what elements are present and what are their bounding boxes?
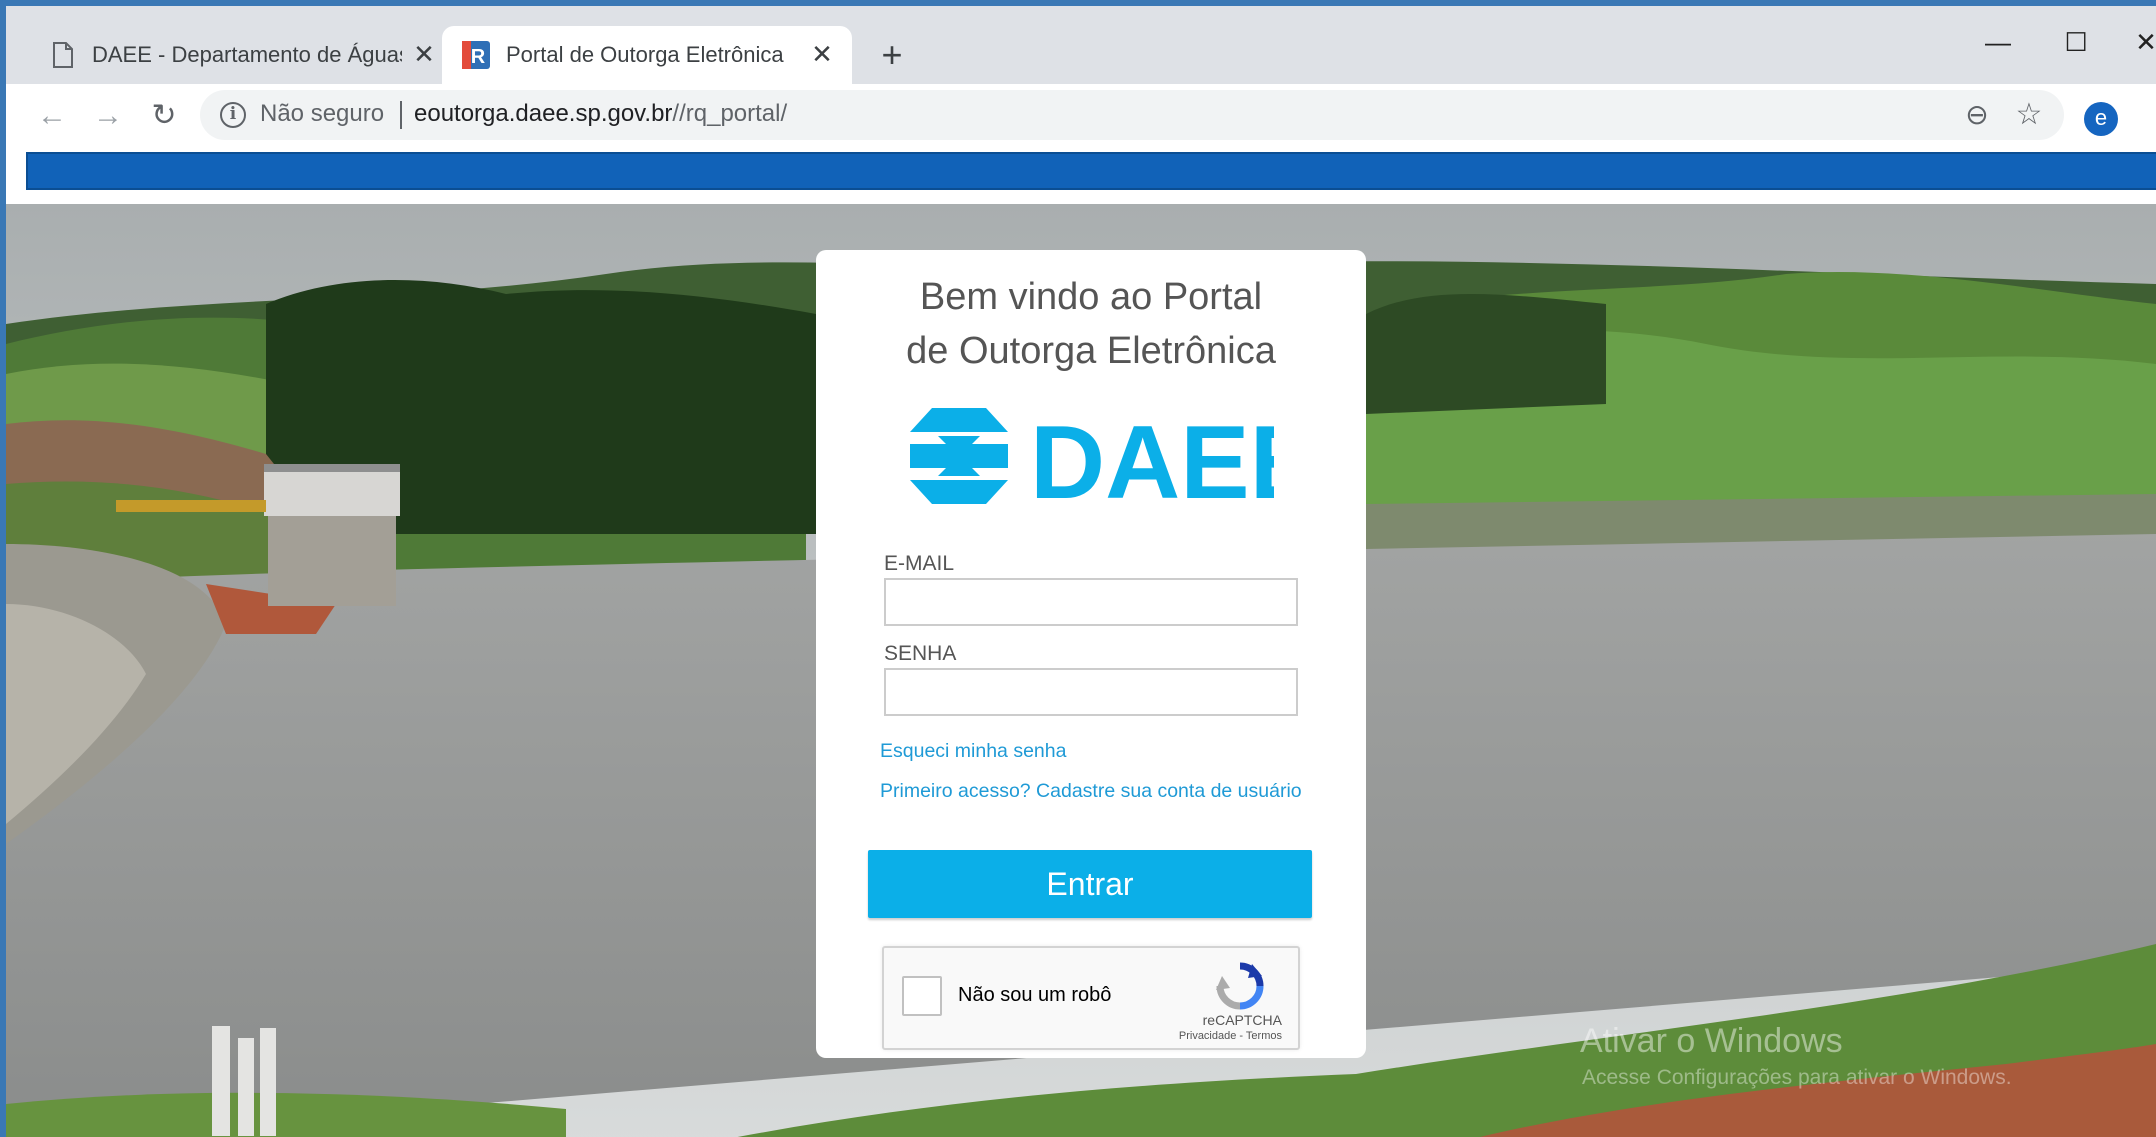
- welcome-line-1: Bem vindo ao Portal: [919, 276, 1263, 318]
- page-content: Bem vindo ao Portal de Outorga Eletrônic…: [6, 148, 2156, 1137]
- tab-title: Portal de Outorga Eletrônica: [506, 42, 784, 67]
- browser-window: DAEE - Departamento de Águas e Energia E…: [0, 0, 2156, 1137]
- site-header-bar: [26, 152, 2156, 190]
- close-tab-icon[interactable]: ✕: [410, 40, 438, 68]
- profile-avatar[interactable]: e: [2084, 102, 2118, 136]
- zoom-out-icon[interactable]: ⊖: [1960, 98, 1994, 132]
- divider: [400, 101, 402, 129]
- minimize-button[interactable]: —: [1978, 24, 2018, 60]
- signup-link[interactable]: Primeiro acesso? Cadastre sua conta de u…: [880, 780, 1302, 803]
- windows-activation-title: Ativar o Windows: [1580, 1022, 1843, 1060]
- info-icon[interactable]: i: [220, 102, 246, 128]
- close-tab-icon[interactable]: ✕: [808, 40, 836, 68]
- welcome-line-2: de Outorga Eletrônica: [906, 330, 1276, 372]
- recaptcha-checkbox[interactable]: [902, 976, 942, 1016]
- daee-emblem-icon: [910, 408, 1008, 504]
- tab-strip: DAEE - Departamento de Águas e Energia E…: [6, 6, 2156, 84]
- recaptcha-icon: [1216, 962, 1264, 1010]
- url-host: eoutorga.daee.sp.gov.br: [414, 100, 673, 127]
- forward-arrow-icon[interactable]: →: [88, 96, 128, 136]
- back-arrow-icon[interactable]: ←: [32, 96, 72, 136]
- recaptcha-terms-link[interactable]: Privacidade - Termos: [1179, 1030, 1282, 1042]
- password-label: SENHA: [884, 642, 957, 665]
- windows-activation-subtitle: Acesse Configurações para ativar o Windo…: [1582, 1066, 2012, 1089]
- recaptcha-brand: reCAPTCHA: [1202, 1012, 1282, 1028]
- forgot-password-link[interactable]: Esqueci minha senha: [880, 740, 1066, 763]
- tab-title: DAEE - Departamento de Águas e Energia E…: [92, 42, 402, 67]
- security-status[interactable]: Não seguro: [260, 100, 384, 128]
- email-label: E-MAIL: [884, 552, 955, 575]
- svg-text:R: R: [471, 46, 486, 68]
- email-field[interactable]: [884, 578, 1298, 626]
- recaptcha-label: Não sou um robô: [958, 984, 1112, 1006]
- login-card: Bem vindo ao Portal de Outorga Eletrônic…: [816, 250, 1366, 1058]
- close-window-button[interactable]: ✕: [2126, 24, 2156, 60]
- url-text[interactable]: eoutorga.daee.sp.gov.br//rq_portal/: [414, 100, 787, 128]
- url-path: //rq_portal/: [672, 100, 788, 127]
- new-tab-button[interactable]: +: [874, 37, 910, 74]
- reload-icon[interactable]: ↻: [144, 96, 184, 136]
- password-field[interactable]: [884, 668, 1298, 716]
- tab-portal-outorga[interactable]: R Portal de Outorga Eletrônica ✕: [442, 26, 852, 84]
- tab-daee[interactable]: DAEE - Departamento de Águas e Energia E…: [42, 26, 438, 84]
- browser-toolbar: ← → ↻ i Não seguro eoutorga.daee.sp.gov.…: [6, 84, 2156, 148]
- welcome-heading: Bem vindo ao Portal de Outorga Eletrônic…: [816, 270, 1366, 378]
- logo-text: DAEE: [1030, 408, 1274, 504]
- document-icon: [53, 42, 73, 68]
- portal-favicon-icon: R: [462, 41, 490, 69]
- menu-dots-icon[interactable]: ⋮: [2144, 100, 2156, 140]
- daee-logo: DAEE: [910, 408, 1274, 504]
- login-button[interactable]: Entrar: [868, 850, 1312, 918]
- maximize-button[interactable]: ☐: [2056, 24, 2096, 60]
- bookmark-star-icon[interactable]: ☆: [2012, 98, 2046, 132]
- address-bar[interactable]: i Não seguro eoutorga.daee.sp.gov.br//rq…: [200, 90, 2064, 140]
- recaptcha-widget: Não sou um robô reCAPTCHA Privacidade - …: [882, 946, 1300, 1050]
